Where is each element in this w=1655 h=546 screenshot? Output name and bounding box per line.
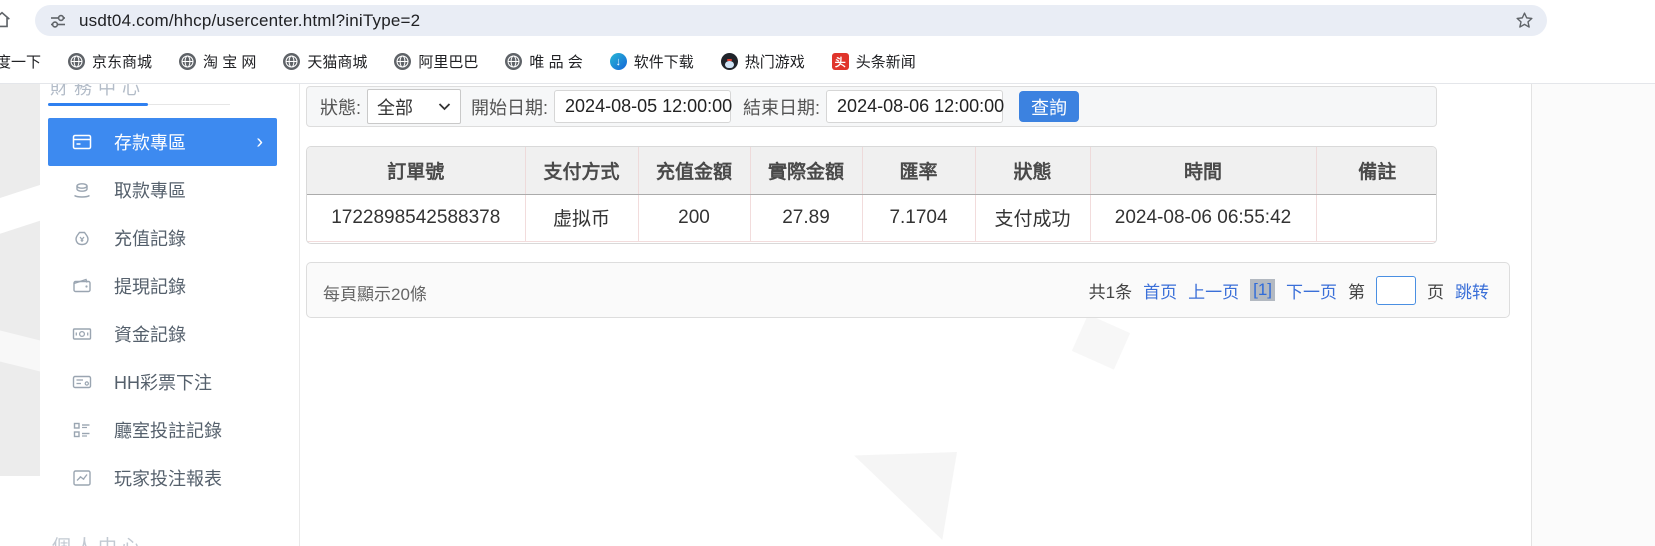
cell-time: 2024-08-06 06:55:42 [1090, 194, 1316, 241]
sidebar-item-recharge-record[interactable]: 充值記錄 [48, 214, 277, 262]
sidebar-item-withdraw-record[interactable]: 提現記錄 [48, 262, 277, 310]
search-button[interactable]: 查詢 [1019, 91, 1079, 122]
jump-action-link[interactable]: 跳转 [1455, 278, 1489, 303]
total-count: 共1条 [1089, 278, 1132, 303]
active-tab-underline [48, 103, 148, 106]
cell-status: 支付成功 [975, 194, 1090, 241]
sidebar-section-title-clipped: 財務中心 [50, 84, 230, 97]
col-pay-method: 支付方式 [525, 147, 638, 194]
sidebar-item-deposit-zone[interactable]: 存款專區 › [48, 118, 277, 166]
end-date-input[interactable]: 2024-08-06 12:00:00 [826, 90, 1003, 123]
sidebar-item-funds-record[interactable]: 資金記錄 [48, 310, 277, 358]
penguin-icon [721, 53, 738, 70]
left-decorative-strip [0, 84, 40, 476]
bookmark-star-icon[interactable] [1514, 10, 1535, 31]
table-header-row: 訂單號 支付方式 充值金額 實際金額 匯率 狀態 時間 備註 [307, 147, 1437, 194]
bookmarks-bar: 度一下 京东商城 淘 宝 网 天猫商城 阿里巴巴 唯 品 会 ↓ 软件下载 热门… [0, 40, 1655, 84]
toutiao-icon: 头 [832, 53, 849, 70]
home-icon[interactable] [0, 9, 13, 31]
hand-coins-icon [72, 180, 92, 200]
chevron-down-icon [438, 102, 451, 111]
globe-icon [283, 53, 300, 70]
col-recharge-amount: 充值金額 [638, 147, 750, 194]
start-date-input[interactable]: 2024-08-05 12:00:00 [554, 90, 731, 123]
list-boxes-icon [72, 420, 92, 440]
start-date-label: 開始日期: [471, 94, 548, 120]
next-page-link[interactable]: 下一页 [1286, 278, 1337, 303]
jump-page-input[interactable] [1376, 276, 1416, 305]
sidebar-section-title-clipped: 個人中心 [52, 532, 232, 546]
col-rate: 匯率 [862, 147, 975, 194]
col-status: 狀態 [975, 147, 1090, 194]
col-order-no: 訂單號 [307, 147, 525, 194]
banknote-icon [72, 324, 92, 344]
col-actual-amount: 實際金額 [750, 147, 862, 194]
bookmark-vip[interactable]: 唯 品 会 [505, 51, 582, 72]
software-download-icon: ↓ [610, 53, 627, 70]
bookmark-software[interactable]: ↓ 软件下载 [610, 51, 694, 72]
content-edge-divider [1531, 84, 1532, 546]
browser-toolbar: usdt04.com/hhcp/usercenter.html?iniType=… [0, 0, 1655, 40]
url-text: usdt04.com/hhcp/usercenter.html?iniType=… [79, 11, 420, 31]
address-bar[interactable]: usdt04.com/hhcp/usercenter.html?iniType=… [35, 5, 1547, 36]
sidebar-item-withdraw-zone[interactable]: 取款專區 [48, 166, 277, 214]
col-time: 時間 [1090, 147, 1316, 194]
bookmark-taobao[interactable]: 淘 宝 网 [179, 51, 256, 72]
right-margin [1532, 84, 1655, 546]
cell-pay-method: 虚拟币 [525, 194, 638, 241]
globe-icon [394, 53, 411, 70]
wallet-icon [72, 276, 92, 296]
page-size-text: 每頁顯示20條 [323, 280, 427, 305]
globe-icon [68, 53, 85, 70]
table-row: 1722898542588378 虚拟币 200 27.89 7.1704 支付… [307, 194, 1437, 241]
decorative-diamond [1072, 314, 1130, 369]
tab-underline-track [148, 104, 230, 105]
jump-prefix-label: 第 [1348, 278, 1365, 303]
cell-order-no: 1722898542588378 [307, 194, 525, 241]
jump-suffix-label: 页 [1427, 278, 1444, 303]
current-page-indicator: [1] [1250, 279, 1275, 301]
deposit-card-icon [72, 132, 92, 152]
col-remark: 備註 [1316, 147, 1437, 194]
filter-bar: 狀態: 全部 開始日期: 2024-08-05 12:00:00 結束日期: 2… [306, 86, 1437, 127]
pagination-controls: 共1条 首页 上一页 [1] 下一页 第 页 跳转 [1089, 263, 1489, 317]
prev-page-link[interactable]: 上一页 [1188, 278, 1239, 303]
pagination-bar: 每頁顯示20條 共1条 首页 上一页 [1] 下一页 第 页 跳转 [306, 262, 1510, 318]
globe-icon [505, 53, 522, 70]
globe-icon [179, 53, 196, 70]
status-label: 狀態: [320, 94, 361, 120]
page-content: 財務中心 存款專區 › 取款專區 充值記錄 提現 [0, 84, 1655, 546]
orders-table: 訂單號 支付方式 充值金額 實際金額 匯率 狀態 時間 備註 172289854… [306, 146, 1437, 244]
site-info-icon[interactable] [49, 12, 67, 30]
bookmark-jd[interactable]: 京东商城 [68, 51, 152, 72]
ticket-card-icon [72, 372, 92, 392]
first-page-link[interactable]: 首页 [1143, 278, 1177, 303]
report-chart-icon [72, 468, 92, 488]
bookmark-toutiao[interactable]: 头 头条新闻 [832, 51, 916, 72]
cell-remark [1316, 194, 1437, 241]
sidebar-item-hh-lottery-bet[interactable]: HH彩票下注 [48, 358, 277, 406]
chevron-right-icon: › [256, 131, 263, 154]
cell-actual-amount: 27.89 [750, 194, 862, 241]
decorative-triangle [852, 452, 957, 540]
cell-recharge-amount: 200 [638, 194, 750, 241]
sidebar-item-hall-bet-record[interactable]: 廳室投註記錄 [48, 406, 277, 454]
bookmark-alibaba[interactable]: 阿里巴巴 [394, 51, 478, 72]
sidebar: 財務中心 存款專區 › 取款專區 充值記錄 提現 [40, 84, 300, 546]
end-date-label: 結束日期: [743, 94, 820, 120]
bookmark-games[interactable]: 热门游戏 [721, 51, 805, 72]
status-select[interactable]: 全部 [367, 89, 461, 124]
sidebar-item-player-bet-report[interactable]: 玩家投注報表 [48, 454, 277, 502]
cell-rate: 7.1704 [862, 194, 975, 241]
money-bag-icon [72, 228, 92, 248]
bookmark-tmall[interactable]: 天猫商城 [283, 51, 367, 72]
bookmark-baidu[interactable]: 度一下 [0, 51, 41, 72]
